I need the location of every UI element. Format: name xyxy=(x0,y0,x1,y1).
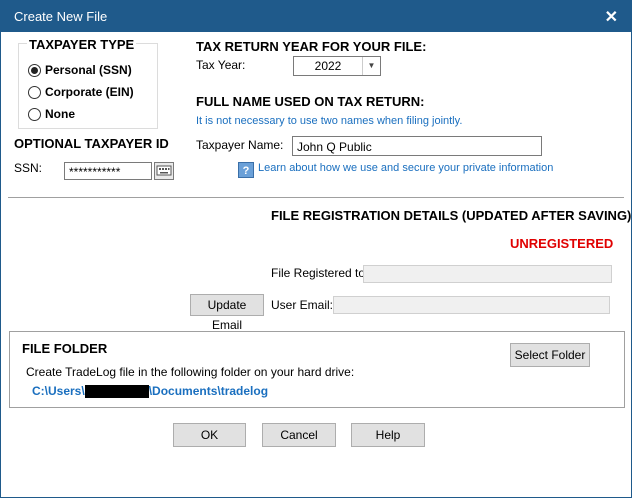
chevron-down-icon[interactable]: ▼ xyxy=(362,57,380,75)
full-name-heading: FULL NAME USED ON TAX RETURN: xyxy=(196,94,425,109)
user-email-label: User Email: xyxy=(271,298,334,312)
select-folder-button[interactable]: Select Folder xyxy=(510,343,590,367)
radio-personal-dot[interactable] xyxy=(28,63,41,77)
taxpayer-name-input[interactable]: John Q Public xyxy=(292,136,542,156)
folder-path-suffix: \Documents\tradelog xyxy=(148,384,269,398)
tax-year-value: 2022 xyxy=(314,59,342,73)
file-folder-heading: FILE FOLDER xyxy=(22,341,108,356)
radio-personal[interactable]: Personal (SSN) xyxy=(28,63,132,77)
radio-none-dot[interactable] xyxy=(28,107,41,121)
ssn-label: SSN: xyxy=(14,161,43,175)
user-email-field xyxy=(333,296,610,314)
radio-personal-label: Personal (SSN) xyxy=(45,63,132,77)
radio-none-label: None xyxy=(45,107,75,121)
status-badge: UNREGISTERED xyxy=(510,236,614,251)
help-button[interactable]: Help xyxy=(351,423,425,447)
radio-none[interactable]: None xyxy=(28,107,75,121)
update-email-button[interactable]: Update Email xyxy=(190,294,264,332)
question-icon[interactable]: ? xyxy=(238,162,254,178)
file-folder-description: Create TradeLog file in the following fo… xyxy=(26,365,355,379)
radio-corporate-label: Corporate (EIN) xyxy=(45,85,134,99)
title-bar: Create New File ✕ xyxy=(0,0,632,32)
redacted-username xyxy=(84,384,149,398)
radio-corporate-dot[interactable] xyxy=(28,85,41,99)
registered-to-field xyxy=(363,265,612,283)
registered-to-label: File Registered to: xyxy=(271,266,369,280)
full-name-note: It is not necessary to use two names whe… xyxy=(196,115,463,127)
tax-year-label: Tax Year: xyxy=(196,58,246,72)
folder-path-prefix: C:\Users\ xyxy=(32,384,85,398)
window-title: Create New File xyxy=(14,9,108,24)
radio-corporate[interactable]: Corporate (EIN) xyxy=(28,85,134,99)
close-icon[interactable]: ✕ xyxy=(605,7,618,27)
ssn-input[interactable]: *********** xyxy=(64,162,152,180)
optional-id-heading: OPTIONAL TAXPAYER ID xyxy=(14,136,169,151)
tax-year-select[interactable]: 2022 ▼ xyxy=(293,56,381,76)
ok-button[interactable]: OK xyxy=(173,423,246,447)
taxpayer-type-heading: TAXPAYER TYPE xyxy=(27,37,137,52)
privacy-info-link[interactable]: Learn about how we use and secure your p… xyxy=(258,162,553,174)
tax-year-heading: TAX RETURN YEAR FOR YOUR FILE: xyxy=(196,39,427,54)
registration-heading: FILE REGISTRATION DETAILS (UPDATED AFTER… xyxy=(271,208,632,223)
folder-path: C:\Users\ \Documents\tradelog xyxy=(32,384,268,398)
section-divider xyxy=(8,197,624,198)
keyboard-icon[interactable] xyxy=(154,162,174,180)
cancel-button[interactable]: Cancel xyxy=(262,423,336,447)
taxpayer-name-label: Taxpayer Name: xyxy=(196,138,284,152)
